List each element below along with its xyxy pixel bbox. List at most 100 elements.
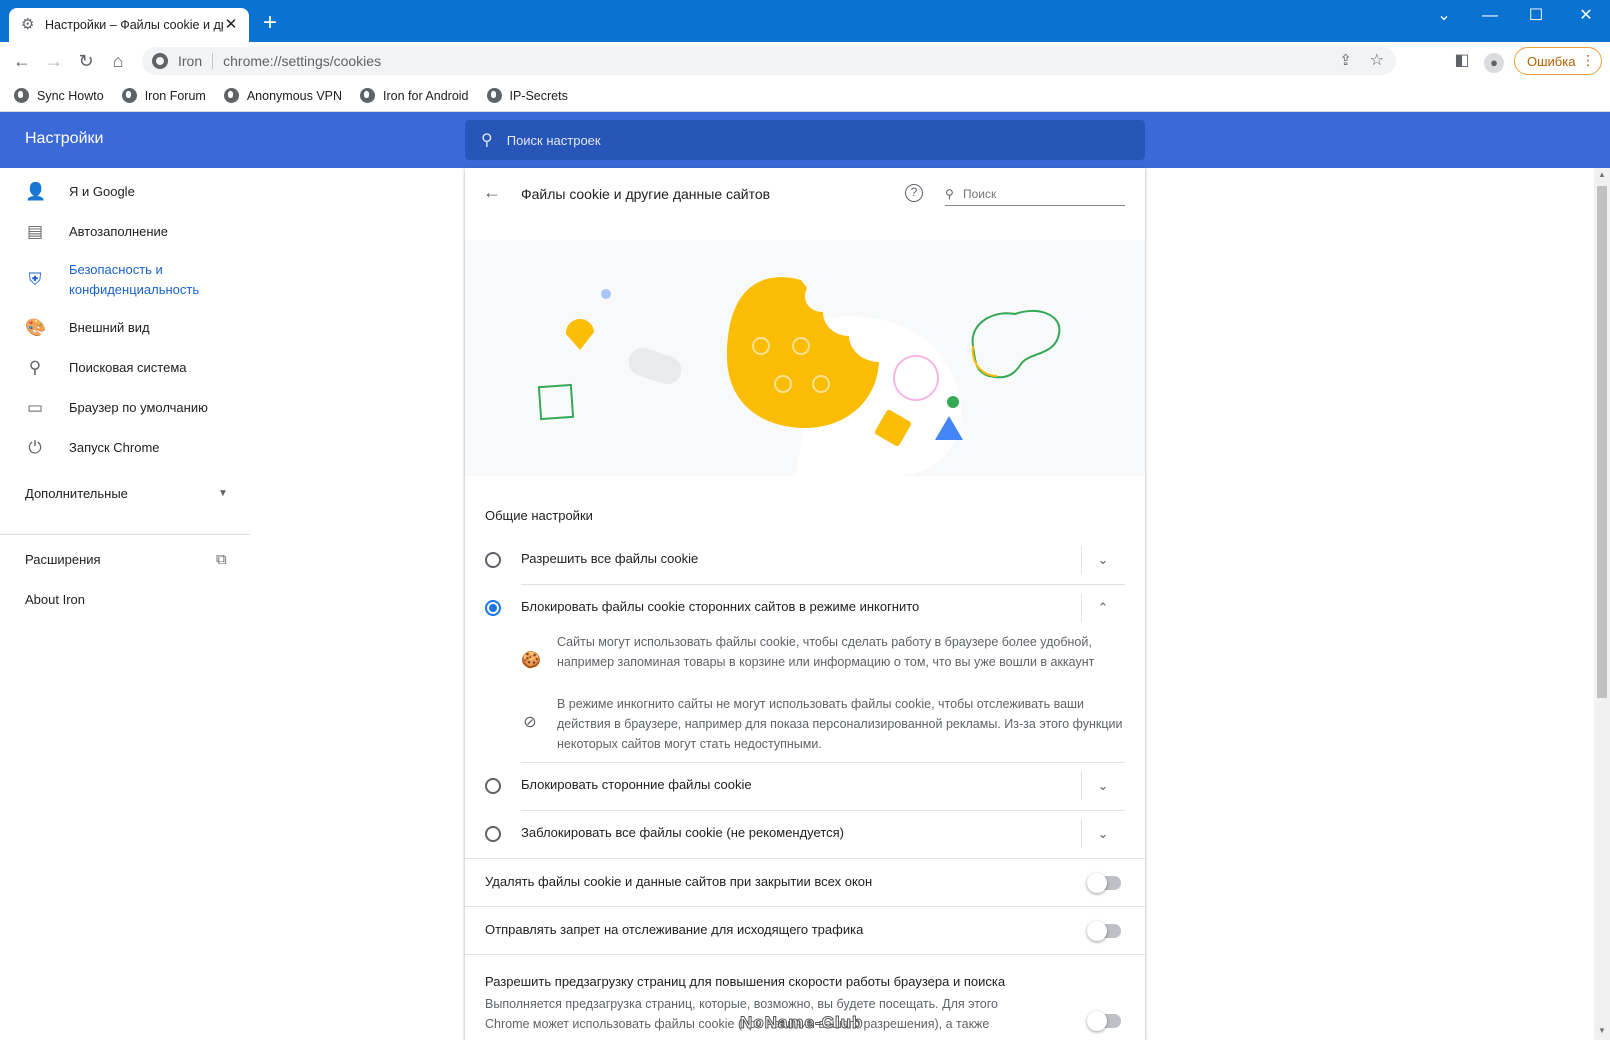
cookie-option-block-third-party[interactable]: Блокировать сторонние файлы cookie ⌄ [465,762,1145,810]
maximize-button[interactable]: ☐ [1514,4,1558,28]
row-separator [1081,546,1082,574]
address-bar[interactable]: Iron chrome://settings/cookies ⇪ ☆ [142,47,1396,75]
row-separator [1081,594,1082,622]
error-label: Ошибка [1527,53,1576,69]
toolbar: ← → ↻ ⌂ Iron chrome://settings/cookies ⇪… [0,42,1610,80]
back-icon[interactable]: ← [8,47,36,75]
globe-icon [121,88,137,103]
new-tab-button[interactable]: + [258,11,282,35]
toggle-switch[interactable] [1087,1011,1121,1031]
sidebar-item-extensions[interactable]: Расширения ⧉ [0,550,250,570]
toggle-do-not-track[interactable]: Отправлять запрет на отслеживание для ис… [465,906,1145,954]
bookmark-label: Sync Howto [37,88,104,103]
bookmark-item[interactable]: Anonymous VPN [223,88,342,103]
detail-text: В режиме инкогнито сайты не могут исполь… [557,697,1123,751]
row-separator [1081,772,1082,800]
help-icon[interactable]: ? [905,184,923,202]
chevron-down-icon[interactable]: ⌄ [1091,548,1115,572]
sidebar-item-you-and-google[interactable]: 👤 Я и Google [0,182,250,202]
bookmark-item[interactable]: IP-Secrets [486,88,568,103]
detail-text: Сайты могут использовать файлы cookie, ч… [557,635,1095,669]
scroll-up-arrow-icon[interactable]: ▲ [1597,170,1607,180]
palette-icon: 🎨 [25,318,47,337]
shield-icon: ⛨ [28,270,42,289]
watermark: NoName-Club [739,1013,864,1033]
cookie-option-allow-all[interactable]: Разрешить все файлы cookie ⌄ [465,536,1145,584]
menu-dots-icon[interactable]: ⋮ [1581,52,1595,69]
settings-search-placeholder: Поиск настроек [506,132,601,148]
chevron-up-icon[interactable]: ⌃ [1091,596,1115,620]
minimize-button[interactable]: — [1468,4,1512,28]
close-window-button[interactable]: ✕ [1564,4,1608,28]
globe-icon [486,88,502,103]
error-button[interactable]: Ошибка ⋮ [1514,47,1602,75]
sidebar: 👤 Я и Google ▤ Автозаполнение ⛨ Безопасн… [0,168,455,1040]
person-icon: 👤 [25,182,47,201]
option-label: Блокировать файлы cookie сторонних сайто… [521,599,920,614]
bookmark-item[interactable]: Iron Forum [121,88,206,103]
url-text[interactable]: chrome://settings/cookies [223,53,381,69]
sidebar-advanced[interactable]: Дополнительные ▼ [0,484,250,504]
browser-tab[interactable]: ⚙ Настройки – Файлы cookie и др ✕ [9,8,249,42]
sidebar-item-label: Автозаполнение [69,224,169,239]
section-label: Общие настройки [485,508,593,523]
radio-button-checked[interactable] [485,600,501,616]
scrollbar-thumb[interactable] [1597,186,1607,698]
chevron-down-icon[interactable]: ⌄ [1091,774,1115,798]
page-title: Файлы cookie и другие данные сайтов [521,186,771,202]
advanced-label: Дополнительные [25,486,128,501]
sidebar-item-about[interactable]: About Iron [0,590,250,610]
radio-button[interactable] [485,552,501,568]
radio-button[interactable] [485,778,501,794]
bookmark-item[interactable]: Sync Howto [14,88,104,103]
page-scrollbar[interactable]: ▲ ▼ [1594,168,1610,1040]
tab-search-icon[interactable]: ⌄ [1422,4,1466,28]
site-data-search-input[interactable] [963,186,1113,201]
cookie-illustration-svg [537,277,1061,476]
bookmark-label: Iron Forum [144,88,206,103]
sidebar-item-label: Запуск Chrome [69,440,160,455]
row-divider [465,954,1145,955]
share-icon[interactable]: ⇪ [1339,51,1352,69]
cookie-option-block-incognito[interactable]: Блокировать файлы cookie сторонних сайто… [465,584,1145,632]
star-icon[interactable]: ☆ [1370,50,1384,70]
page-header: ← Файлы cookie и другие данные сайтов ? … [465,168,1145,240]
radio-button[interactable] [485,826,501,842]
site-info-icon[interactable] [152,53,168,69]
bookmarks-bar: Sync Howto Iron Forum Anonymous VPN Iron… [0,80,1610,112]
clipboard-icon: ▤ [26,222,44,241]
title-bar: ⚙ Настройки – Файлы cookie и др ✕ + ⌄ — … [0,0,1610,42]
bookmark-label: Iron for Android [383,88,469,103]
sidebar-item-autofill[interactable]: ▤ Автозаполнение [0,222,250,242]
cookie-option-block-all[interactable]: Заблокировать все файлы cookie (не реком… [465,810,1145,858]
reload-icon[interactable]: ↻ [72,47,100,75]
tab-title: Настройки – Файлы cookie и др [45,18,223,32]
side-panel-icon[interactable]: ◧ [1448,47,1476,75]
toggle-switch[interactable] [1087,921,1121,941]
forward-icon[interactable]: → [40,47,68,75]
sidebar-item-search-engine[interactable]: ⚲ Поисковая система [0,358,250,378]
site-data-search[interactable]: ⚲ [945,182,1125,206]
gear-icon: ⚙ [21,16,35,33]
sidebar-item-security[interactable]: ⛨ Безопасность и конфиденциальность [0,260,250,300]
home-icon[interactable]: ⌂ [104,47,132,75]
dropdown-arrow-icon: ▼ [218,488,228,499]
power-icon: ⏻ [28,438,42,457]
sidebar-item-label: Я и Google [69,184,135,199]
chevron-down-icon[interactable]: ⌄ [1091,822,1115,846]
toggle-switch[interactable] [1087,873,1121,893]
toggle-clear-on-exit[interactable]: Удалять файлы cookie и данные сайтов при… [465,858,1145,906]
settings-card: ← Файлы cookie и другие данные сайтов ? … [465,168,1145,1040]
close-tab-icon[interactable]: ✕ [223,17,239,33]
option-label: Разрешить все файлы cookie [521,551,699,566]
bookmark-item[interactable]: Iron for Android [360,88,469,103]
sidebar-item-appearance[interactable]: 🎨 Внешний вид [0,318,250,338]
scroll-down-arrow-icon[interactable]: ▼ [1597,1026,1607,1036]
back-arrow-icon[interactable]: ← [483,182,503,202]
profile-avatar[interactable]: ● [1480,47,1508,75]
settings-search-bar[interactable]: ⚲ Поиск настроек [465,120,1145,160]
sidebar-item-default-browser[interactable]: ▭ Браузер по умолчанию [0,398,250,418]
search-icon: ⚲ [945,186,954,201]
sidebar-item-on-startup[interactable]: ⏻ Запуск Chrome [0,438,250,458]
search-icon: ⚲ [28,358,42,377]
